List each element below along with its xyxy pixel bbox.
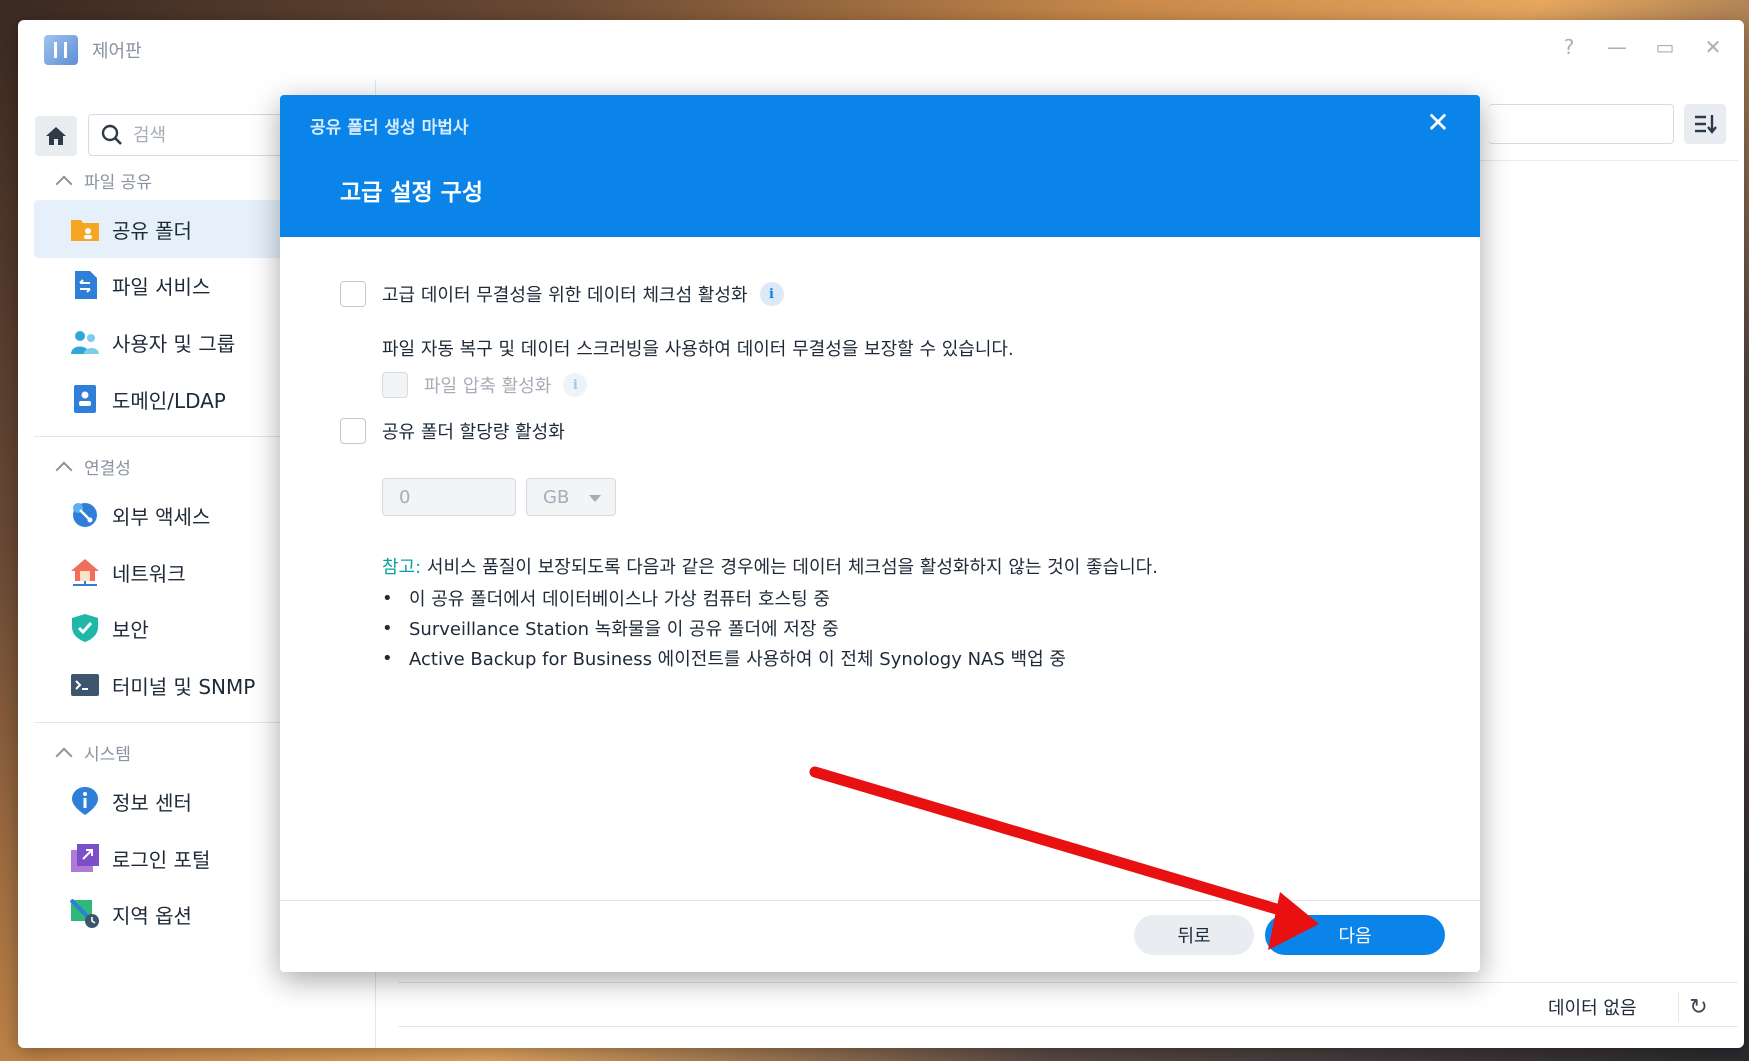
wizard-title: 공유 폴더 생성 마법사 <box>310 118 469 138</box>
checksum-option[interactable]: 고급 데이터 무결성을 위한 데이터 체크섬 활성화 i <box>340 281 784 307</box>
main-footer-divider-bottom <box>398 1026 1738 1027</box>
sidebar-item-label: 보안 <box>112 617 149 642</box>
external-access-icon <box>70 500 100 530</box>
compression-label: 파일 압축 활성화 <box>424 376 552 397</box>
no-data-label: 데이터 없음 <box>1548 998 1637 1019</box>
section-header-label: 파일 공유 <box>84 173 152 193</box>
section-header-system[interactable]: 시스템 <box>55 740 131 765</box>
checksum-description: 파일 자동 복구 및 데이터 스크러빙을 사용하여 데이터 무결성을 보장할 수… <box>382 339 1014 360</box>
section-header-file-sharing[interactable]: 파일 공유 <box>55 168 152 193</box>
quota-unit-value: GB <box>543 486 570 508</box>
list-item: 이 공유 폴더에서 데이터베이스나 가상 컴퓨터 호스팅 중 <box>382 583 1066 613</box>
regional-options-icon <box>70 899 100 929</box>
sidebar-item-label: 터미널 및 SNMP <box>112 674 256 699</box>
quota-checkbox[interactable] <box>340 418 366 444</box>
window-title: 제어판 <box>92 41 142 62</box>
quota-label: 공유 폴더 할당량 활성화 <box>382 422 565 443</box>
maximize-icon[interactable]: ▭ <box>1652 34 1678 60</box>
chevron-up-icon <box>55 461 73 478</box>
list-item: Surveillance Station 녹화물을 이 공유 폴더에 저장 중 <box>382 613 1066 643</box>
home-icon <box>46 127 66 145</box>
sort-button[interactable] <box>1684 104 1726 144</box>
terminal-icon <box>70 670 100 700</box>
file-services-icon <box>70 270 100 300</box>
main-footer-divider <box>398 982 1738 983</box>
network-icon <box>70 557 100 587</box>
shared-folder-icon <box>70 214 100 244</box>
sidebar-item-label: 사용자 및 그룹 <box>112 331 236 356</box>
refresh-icon[interactable]: ↻ <box>1678 992 1708 1022</box>
info-icon: i <box>563 373 588 397</box>
dialog-header: 공유 폴더 생성 마법사 ✕ 고급 설정 구성 <box>280 95 1480 237</box>
sidebar-item-label: 파일 서비스 <box>112 274 211 299</box>
chevron-up-icon <box>55 747 73 764</box>
create-shared-folder-wizard: 공유 폴더 생성 마법사 ✕ 고급 설정 구성 고급 데이터 무결성을 위한 데… <box>280 95 1480 972</box>
sidebar-item-label: 로그인 포털 <box>112 847 211 872</box>
quota-option[interactable]: 공유 폴더 할당량 활성화 <box>340 418 565 444</box>
dialog-footer-divider <box>280 900 1480 901</box>
home-button[interactable] <box>35 116 77 156</box>
quota-unit-select: GB <box>526 478 616 516</box>
info-icon[interactable]: i <box>759 282 784 306</box>
chevron-up-icon <box>55 175 73 192</box>
sidebar-item-label: 네트워크 <box>112 561 186 586</box>
section-header-label: 연결성 <box>84 459 131 479</box>
users-groups-icon <box>70 327 100 357</box>
note-label: 참고: <box>382 557 422 578</box>
note-body: 서비스 품질이 보장되도록 다음과 같은 경우에는 데이터 체크섬을 활성화하지… <box>421 557 1158 578</box>
checksum-checkbox[interactable] <box>340 281 366 307</box>
window-titlebar: 제어판 ? — ▭ ✕ <box>18 20 1744 80</box>
quota-size-input <box>382 478 516 516</box>
close-icon[interactable]: ✕ <box>1424 109 1452 137</box>
sort-icon <box>1695 115 1717 134</box>
close-window-icon[interactable]: ✕ <box>1700 34 1726 60</box>
checksum-label: 고급 데이터 무결성을 위한 데이터 체크섬 활성화 <box>382 285 748 306</box>
sidebar-item-label: 지역 옵션 <box>112 903 192 928</box>
list-item: Active Backup for Business 에이전트를 사용하여 이 … <box>382 643 1066 673</box>
sidebar-item-label: 도메인/LDAP <box>112 388 226 413</box>
minimize-icon[interactable]: — <box>1604 34 1630 60</box>
note-bullet-list: 이 공유 폴더에서 데이터베이스나 가상 컴퓨터 호스팅 중 Surveilla… <box>382 583 1066 673</box>
window-controls: ? — ▭ ✕ <box>1556 34 1726 60</box>
sidebar-item-label: 외부 액세스 <box>112 504 211 529</box>
step-title: 고급 설정 구성 <box>340 180 483 206</box>
security-shield-icon <box>70 613 100 643</box>
domain-ldap-icon <box>70 384 100 414</box>
back-button[interactable]: 뒤로 <box>1134 915 1254 955</box>
search-icon <box>101 124 122 145</box>
main-toolbar-search[interactable] <box>1488 104 1674 144</box>
control-panel-app-icon <box>44 35 78 65</box>
info-center-icon <box>70 786 100 816</box>
section-header-label: 시스템 <box>84 745 131 765</box>
sidebar-item-label: 공유 폴더 <box>112 218 192 243</box>
sidebar-item-label: 정보 센터 <box>112 790 192 815</box>
help-icon[interactable]: ? <box>1556 34 1582 60</box>
login-portal-icon <box>70 843 100 873</box>
section-header-connectivity[interactable]: 연결성 <box>55 454 131 479</box>
compression-option: 파일 압축 활성화 i <box>382 372 588 398</box>
note-text: 참고: 서비스 품질이 보장되도록 다음과 같은 경우에는 데이터 체크섬을 활… <box>382 553 1158 579</box>
compression-checkbox <box>382 372 408 398</box>
chevron-down-icon <box>589 495 601 502</box>
next-button[interactable]: 다음 <box>1265 915 1445 955</box>
